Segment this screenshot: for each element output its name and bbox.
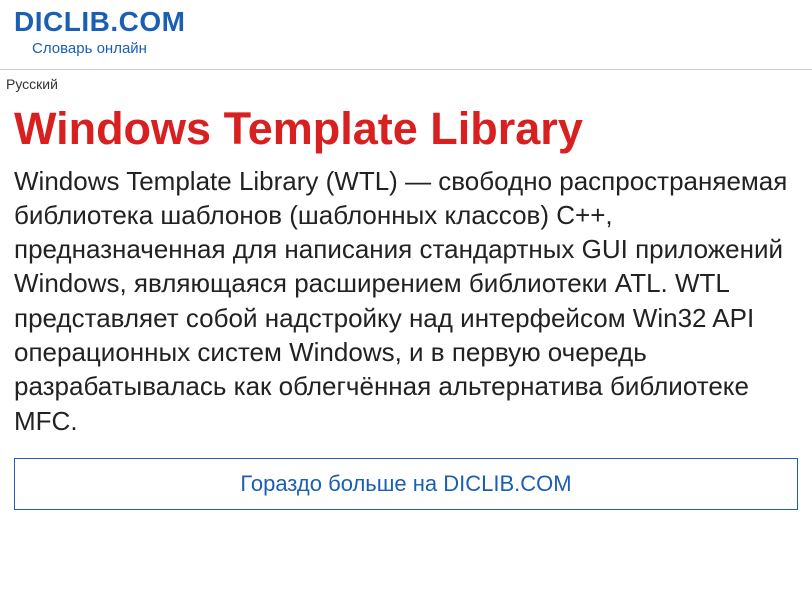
language-label[interactable]: Русский — [0, 70, 812, 94]
article-title: Windows Template Library — [0, 94, 812, 160]
more-box: Гораздо больше на DICLIB.COM — [14, 458, 798, 510]
article-body: Windows Template Library (WTL) — свободн… — [0, 160, 812, 453]
site-logo[interactable]: DICLIB.COM — [14, 6, 798, 38]
site-tagline: Словарь онлайн — [32, 40, 798, 57]
site-header: DICLIB.COM Словарь онлайн — [0, 0, 812, 69]
more-link[interactable]: Гораздо больше на DICLIB.COM — [240, 471, 571, 496]
